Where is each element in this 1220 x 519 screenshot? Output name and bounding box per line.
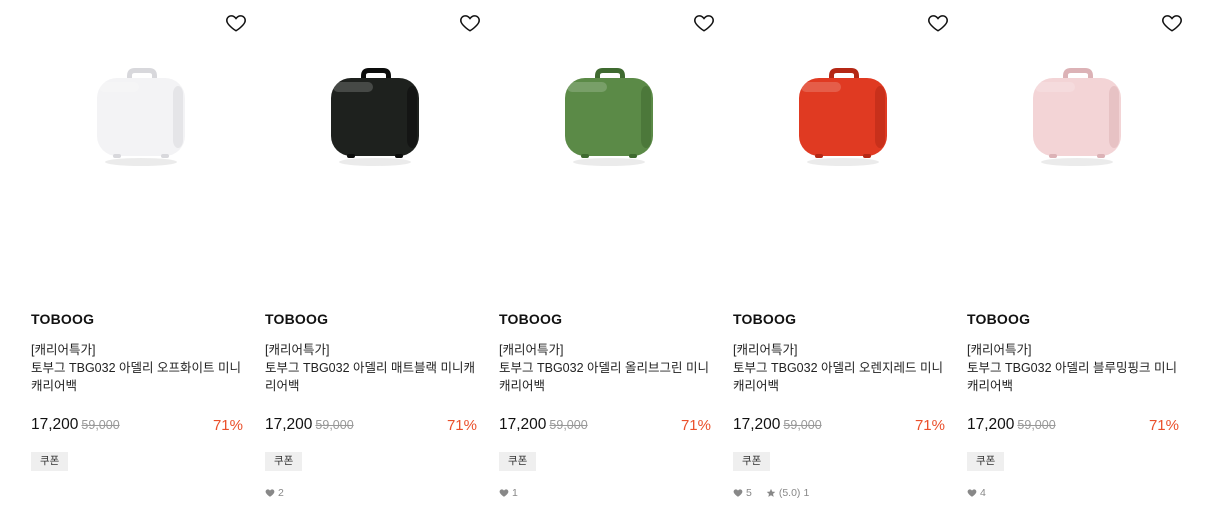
carrier-bag-image [325, 62, 425, 167]
rating: (5.0) 1 [766, 487, 809, 499]
rating-value: (5.0) [778, 487, 801, 499]
review-count: 1 [803, 487, 810, 499]
coupon-badge: 쿠폰 [967, 452, 1005, 471]
wishlist-heart-icon[interactable] [927, 12, 949, 34]
product-grid: TOBOOG [캐리어특가] 토부그 TBG032 아델리 오프화이트 미니캐리어백… [0, 0, 1220, 519]
product-name[interactable]: [캐리어특가] 토부그 TBG032 아델리 올리브그린 미니캐리어백 [499, 341, 711, 395]
coupon-badge: 쿠폰 [265, 452, 303, 471]
heart-filled-icon [967, 488, 977, 498]
discount-rate: 71% [680, 417, 711, 434]
product-card[interactable]: TOBOOG [캐리어특가] 토부그 TBG032 아델리 매트블랙 미니캐리어백 1… [265, 0, 480, 519]
carrier-bag-image [1027, 62, 1127, 167]
heart-filled-icon [265, 488, 275, 498]
price-row: 17,200 59,000 71% [499, 416, 711, 438]
sale-price: 17,200 [265, 416, 313, 433]
likes-count: 4 [967, 487, 986, 499]
product-brand[interactable]: TOBOOG [733, 311, 796, 327]
price-row: 17,200 59,000 71% [733, 416, 945, 438]
carrier-bag-image [793, 62, 893, 167]
likes-value: 5 [746, 487, 752, 499]
sale-price: 17,200 [31, 416, 79, 433]
product-image[interactable] [733, 0, 945, 290]
discount-rate: 71% [446, 417, 477, 434]
product-tag: [캐리어특가] [31, 343, 96, 357]
product-card[interactable]: TOBOOG [캐리어특가] 토부그 TBG032 아델리 블루밍핑크 미니캐리어백… [967, 0, 1182, 519]
product-stats: 1 [499, 487, 532, 499]
product-tag: [캐리어특가] [265, 343, 330, 357]
product-brand[interactable]: TOBOOG [31, 311, 94, 327]
heart-filled-icon [499, 488, 509, 498]
discount-rate: 71% [212, 417, 243, 434]
product-tag: [캐리어특가] [733, 343, 798, 357]
wishlist-heart-icon[interactable] [1161, 12, 1183, 34]
product-brand[interactable]: TOBOOG [967, 311, 1030, 327]
original-price: 59,000 [315, 418, 354, 432]
carrier-bag-image [559, 62, 659, 167]
sale-price: 17,200 [967, 416, 1015, 433]
carrier-bag-image [91, 62, 191, 167]
likes-count: 5 [733, 487, 752, 499]
likes-count: 1 [499, 487, 518, 499]
wishlist-heart-icon[interactable] [693, 12, 715, 34]
sale-price: 17,200 [733, 416, 781, 433]
product-name[interactable]: [캐리어특가] 토부그 TBG032 아델리 오렌지레드 미니캐리어백 [733, 341, 945, 395]
original-price: 59,000 [549, 418, 588, 432]
product-card[interactable]: TOBOOG [캐리어특가] 토부그 TBG032 아델리 오렌지레드 미니캐리어백… [733, 0, 948, 519]
original-price: 59,000 [1017, 418, 1056, 432]
sale-price: 17,200 [499, 416, 547, 433]
product-stats: 2 [265, 487, 298, 499]
likes-value: 2 [278, 487, 284, 499]
product-title[interactable]: 토부그 TBG032 아델리 매트블랙 미니캐리어백 [265, 361, 475, 393]
star-icon [766, 488, 776, 498]
product-image[interactable] [265, 0, 477, 290]
wishlist-heart-icon[interactable] [459, 12, 481, 34]
likes-count: 2 [265, 487, 284, 499]
product-image[interactable] [967, 0, 1179, 290]
product-brand[interactable]: TOBOOG [499, 311, 562, 327]
product-tag: [캐리어특가] [499, 343, 564, 357]
coupon-badge: 쿠폰 [499, 452, 537, 471]
product-stats: 5 (5.0) 1 [733, 487, 823, 499]
likes-value: 4 [980, 487, 986, 499]
heart-filled-icon [733, 488, 743, 498]
wishlist-heart-icon[interactable] [225, 12, 247, 34]
coupon-badge: 쿠폰 [31, 452, 69, 471]
original-price: 59,000 [783, 418, 822, 432]
product-brand[interactable]: TOBOOG [265, 311, 328, 327]
price-row: 17,200 59,000 71% [967, 416, 1179, 438]
product-stats: 4 [967, 487, 1000, 499]
discount-rate: 71% [914, 417, 945, 434]
product-name[interactable]: [캐리어특가] 토부그 TBG032 아델리 매트블랙 미니캐리어백 [265, 341, 477, 395]
likes-value: 1 [512, 487, 518, 499]
product-image[interactable] [31, 0, 243, 290]
product-tag: [캐리어특가] [967, 343, 1032, 357]
product-title[interactable]: 토부그 TBG032 아델리 블루밍핑크 미니캐리어백 [967, 361, 1177, 393]
product-name[interactable]: [캐리어특가] 토부그 TBG032 아델리 블루밍핑크 미니캐리어백 [967, 341, 1179, 395]
product-name[interactable]: [캐리어특가] 토부그 TBG032 아델리 오프화이트 미니캐리어백 [31, 341, 243, 395]
price-row: 17,200 59,000 71% [31, 416, 243, 438]
product-card[interactable]: TOBOOG [캐리어특가] 토부그 TBG032 아델리 오프화이트 미니캐리어백… [31, 0, 246, 519]
price-row: 17,200 59,000 71% [265, 416, 477, 438]
product-title[interactable]: 토부그 TBG032 아델리 오렌지레드 미니캐리어백 [733, 361, 943, 393]
product-card[interactable]: TOBOOG [캐리어특가] 토부그 TBG032 아델리 올리브그린 미니캐리어백… [499, 0, 714, 519]
discount-rate: 71% [1148, 417, 1179, 434]
product-image[interactable] [499, 0, 711, 290]
product-title[interactable]: 토부그 TBG032 아델리 올리브그린 미니캐리어백 [499, 361, 709, 393]
original-price: 59,000 [81, 418, 120, 432]
product-title[interactable]: 토부그 TBG032 아델리 오프화이트 미니캐리어백 [31, 361, 241, 393]
coupon-badge: 쿠폰 [733, 452, 771, 471]
